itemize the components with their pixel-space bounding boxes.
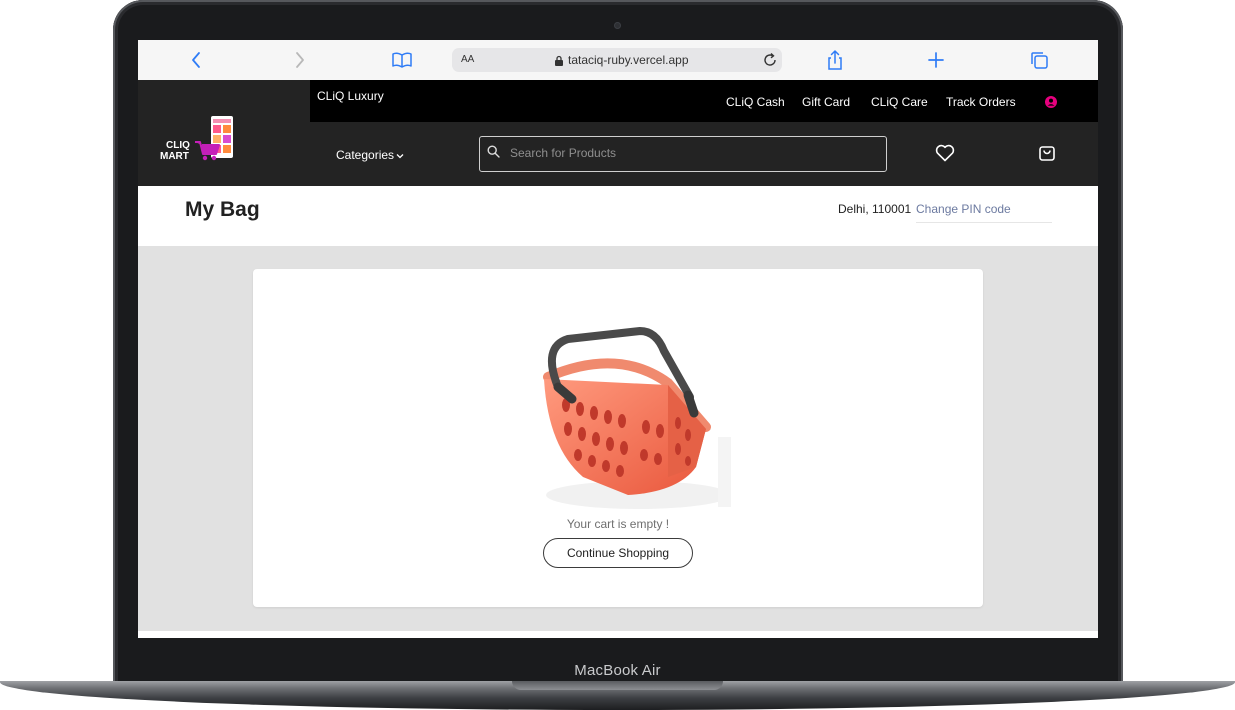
user-circle-icon[interactable] (1045, 95, 1057, 113)
pin-location: Delhi, 110001 (838, 202, 912, 216)
new-tab-icon[interactable] (925, 49, 947, 71)
empty-cart-message: Your cart is empty ! (566, 517, 670, 531)
bag-icon[interactable] (1038, 144, 1056, 167)
url-text: tataciq-ruby.vercel.app (568, 53, 689, 67)
text-size-button[interactable]: AA (461, 54, 474, 65)
logo-text-line1: CLIQ (166, 140, 190, 151)
cliq-luxury-link[interactable]: CLiQ Luxury (317, 89, 384, 103)
change-pin-link[interactable]: Change PIN code (916, 202, 1052, 223)
page-title: My Bag (185, 198, 260, 221)
heart-icon[interactable] (935, 144, 955, 167)
lock-icon (554, 54, 564, 72)
device-label: MacBook Air (574, 662, 661, 679)
search-icon (487, 145, 500, 163)
screen: AA tataciq-ruby.vercel.app CLiQ Luxury C… (138, 40, 1098, 638)
chevron-down-icon (396, 148, 404, 162)
categories-label: Categories (336, 148, 395, 162)
cliq-cash-link[interactable]: CLiQ Cash (726, 95, 785, 109)
cliq-care-link[interactable]: CLiQ Care (871, 95, 928, 109)
continue-shopping-button[interactable]: Continue Shopping (543, 538, 693, 568)
empty-basket-illustration (528, 327, 738, 522)
address-bar[interactable]: AA tataciq-ruby.vercel.app (452, 48, 782, 72)
camera (614, 22, 621, 29)
search-box[interactable] (479, 136, 887, 172)
gift-card-link[interactable]: Gift Card (802, 95, 850, 109)
forward-icon[interactable] (288, 49, 310, 71)
search-input[interactable] (508, 145, 872, 161)
site-logo[interactable]: CLIQ MART (158, 116, 238, 171)
browser-toolbar: AA tataciq-ruby.vercel.app (138, 40, 1098, 81)
bookmarks-icon[interactable] (391, 49, 413, 71)
back-icon[interactable] (186, 49, 208, 71)
categories-menu[interactable]: Categories (336, 148, 404, 162)
tabs-icon[interactable] (1028, 49, 1050, 71)
track-orders-link[interactable]: Track Orders (946, 95, 1016, 109)
logo-text-line2: MART (160, 151, 189, 162)
share-icon[interactable] (824, 49, 846, 71)
reload-icon[interactable] (762, 52, 778, 73)
laptop-notch (512, 681, 723, 690)
footer-strip (138, 631, 1098, 638)
